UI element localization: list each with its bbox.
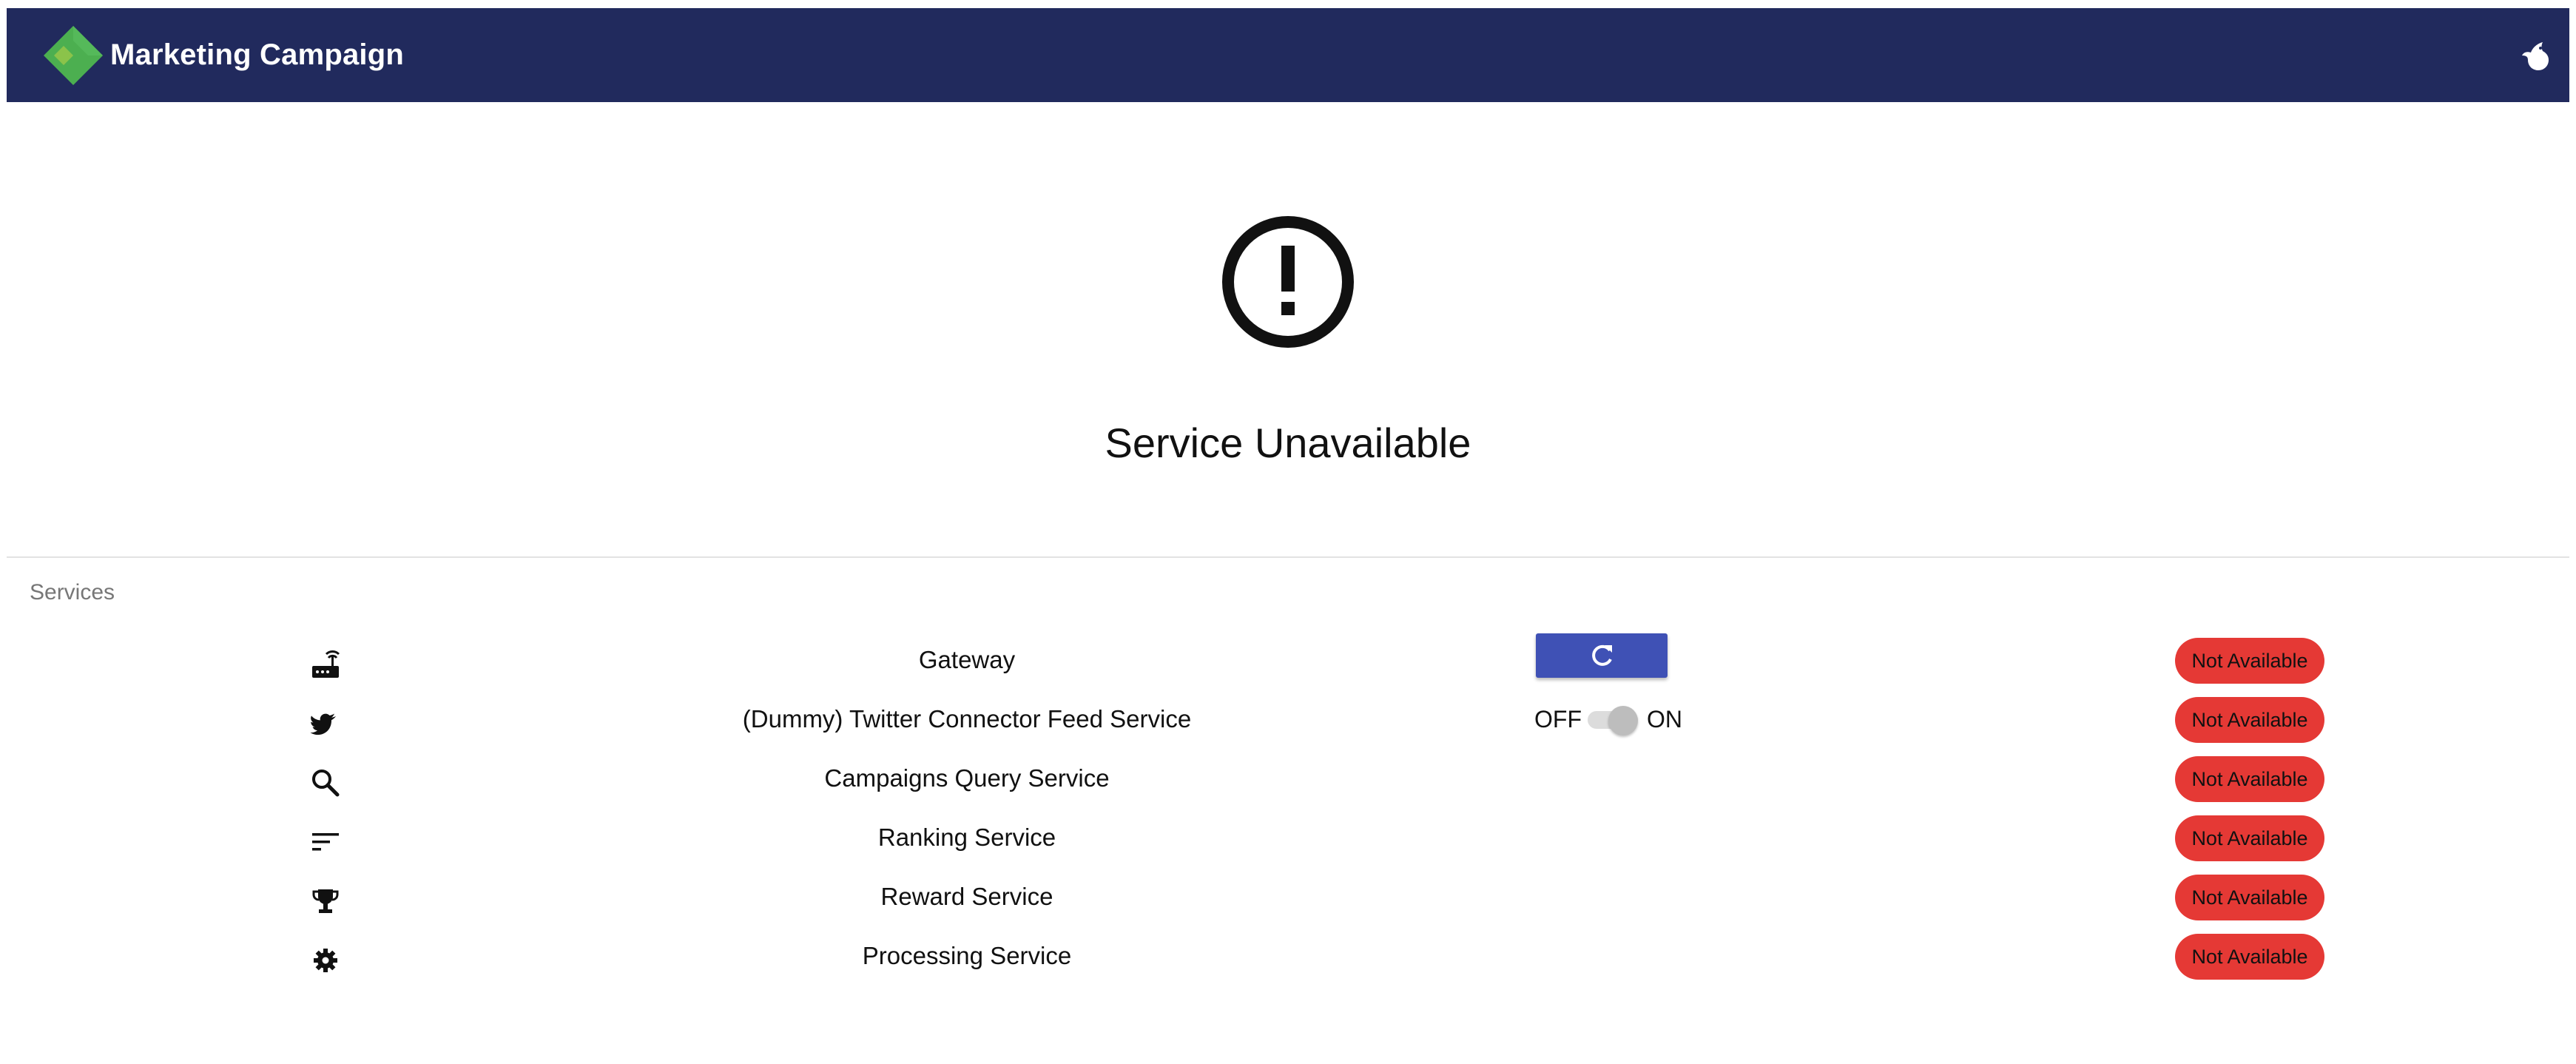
status-badge: Not Available	[2175, 697, 2324, 743]
service-name: (Dummy) Twitter Connector Feed Service	[742, 705, 1192, 733]
search-icon	[312, 770, 340, 797]
bird-icon[interactable]	[2516, 38, 2553, 75]
status-badge: Not Available	[2175, 815, 2324, 861]
service-row-campaigns-query: Campaigns Query Service Not Available	[0, 749, 2576, 808]
service-row-twitter: (Dummy) Twitter Connector Feed Service O…	[0, 690, 2576, 749]
error-title: Service Unavailable	[1105, 420, 1471, 466]
diamond-logo-icon	[44, 26, 103, 85]
router-icon	[312, 650, 340, 678]
service-row-reward: Reward Service Not Available	[0, 867, 2576, 926]
toggle-thumb[interactable]	[1608, 706, 1638, 735]
refresh-button[interactable]	[1536, 633, 1668, 678]
refresh-icon	[1592, 644, 1612, 666]
service-name: Reward Service	[880, 883, 1053, 910]
service-row-gateway: Gateway Not Available	[0, 630, 2576, 690]
service-name: Gateway	[918, 646, 1016, 673]
status-badge: Not Available	[2175, 934, 2324, 980]
status-badge: Not Available	[2175, 875, 2324, 920]
service-name: Processing Service	[862, 942, 1072, 969]
exclamation-circle-icon	[1222, 216, 1354, 348]
toggle-on-label: ON	[1647, 706, 1682, 733]
service-row-processing: Processing Service Not Available	[0, 926, 2576, 986]
services-section-label: Services	[30, 580, 115, 605]
section-divider	[7, 556, 2569, 558]
service-row-ranking: Ranking Service Not Available	[0, 808, 2576, 867]
gear-icon	[314, 949, 337, 972]
status-badge: Not Available	[2175, 756, 2324, 802]
sort-icon	[312, 833, 339, 851]
service-name: Ranking Service	[877, 824, 1056, 851]
trophy-icon	[312, 889, 339, 913]
app-header: Marketing Campaign	[7, 8, 2569, 102]
service-name: Campaigns Query Service	[824, 764, 1110, 792]
twitter-bird-icon	[310, 713, 336, 735]
app-title: Marketing Campaign	[110, 38, 404, 71]
toggle-off-label: OFF	[1534, 706, 1582, 733]
status-badge: Not Available	[2175, 638, 2324, 684]
